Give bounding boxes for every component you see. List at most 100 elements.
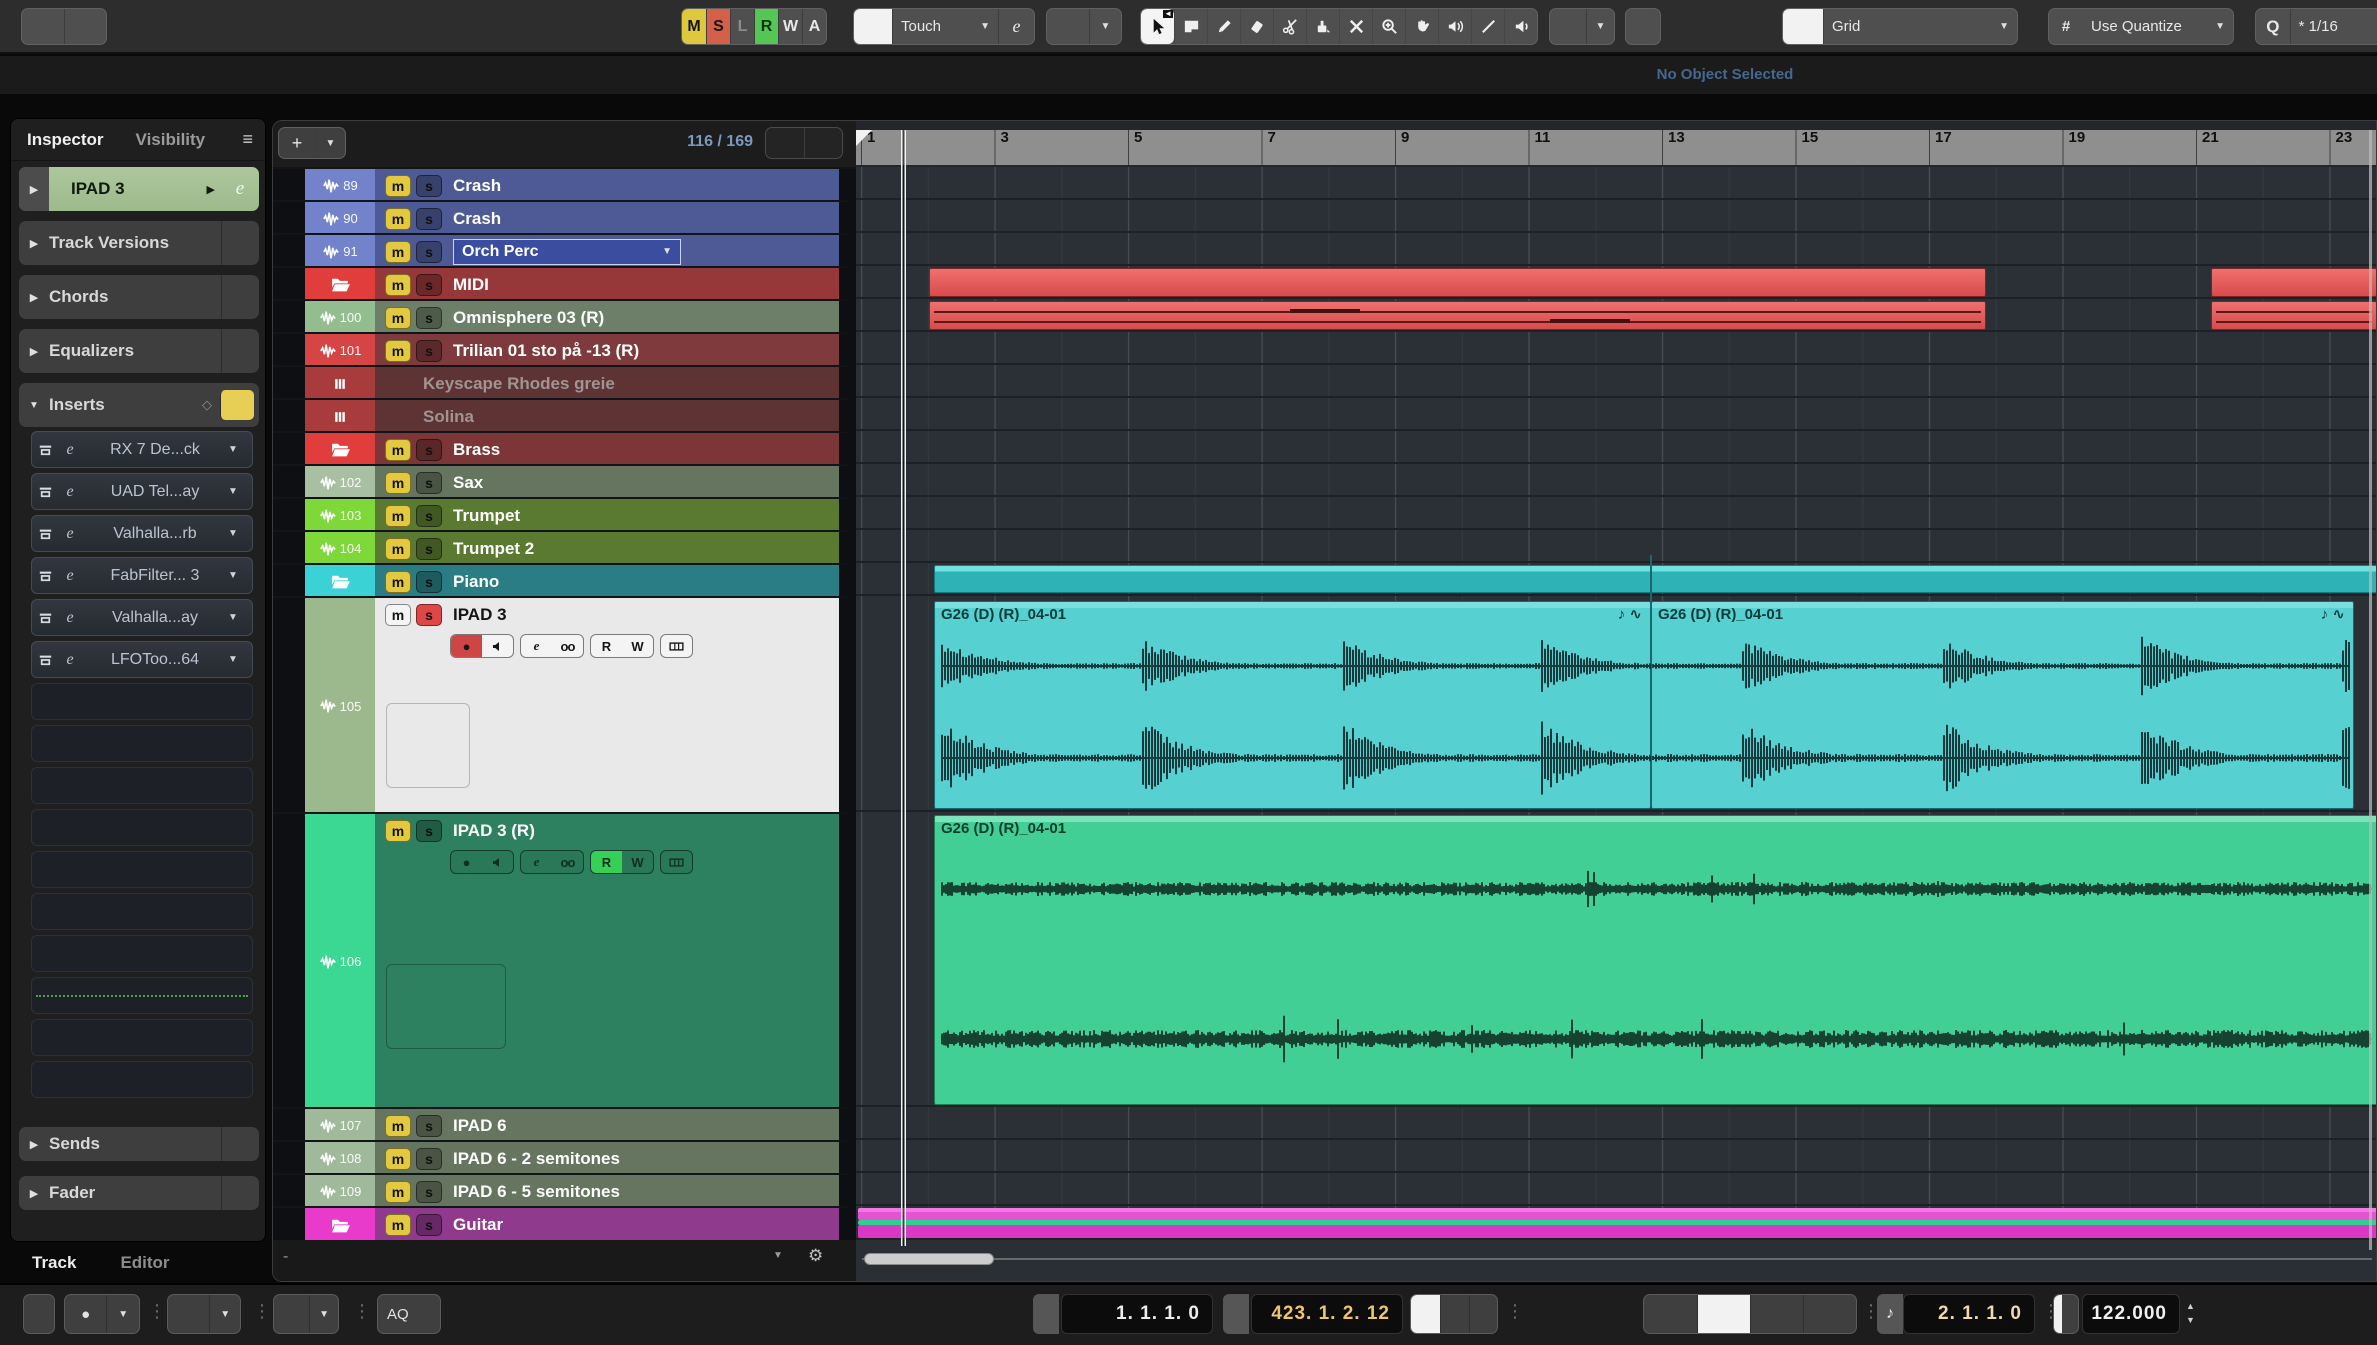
- solo-button[interactable]: s: [416, 274, 442, 296]
- folder-part-guitar[interactable]: [858, 1208, 2377, 1220]
- solo-button[interactable]: s: [416, 1115, 442, 1137]
- autoscroll-button[interactable]: [1047, 9, 1089, 44]
- record-enable-button[interactable]: ●: [451, 635, 482, 657]
- audio-record-menu[interactable]: ▼: [209, 1295, 240, 1333]
- inspector-menu-icon[interactable]: ≡: [242, 129, 253, 150]
- automation-suspend-button[interactable]: A: [802, 9, 826, 44]
- autoscroll-options-button[interactable]: ▼: [1089, 9, 1121, 44]
- track-icon-cell[interactable]: [305, 1208, 375, 1242]
- solo-button[interactable]: s: [416, 505, 442, 527]
- channel-link-icon[interactable]: oo: [552, 635, 583, 657]
- track-row[interactable]: m sGuitar: [273, 1208, 856, 1242]
- glue-tool[interactable]: [1306, 9, 1339, 44]
- track-filter-button[interactable]: [766, 128, 804, 158]
- write-automation-button[interactable]: W: [622, 851, 653, 873]
- solo-button[interactable]: s: [416, 1148, 442, 1170]
- undo-button[interactable]: [22, 9, 64, 44]
- drag-handle[interactable]: ⋮: [148, 1301, 164, 1322]
- divider-handle[interactable]: -: [283, 1248, 288, 1266]
- quantize-open-button[interactable]: Q: [2256, 9, 2290, 44]
- solo-button[interactable]: s: [416, 1181, 442, 1203]
- tab-inspector[interactable]: Inspector: [11, 130, 120, 150]
- track-row[interactable]: 106 m sIPAD 3 (R) ● e oo R W: [273, 814, 856, 1109]
- mute-button[interactable]: m: [385, 307, 411, 329]
- mute-button[interactable]: m: [385, 340, 411, 362]
- channel-link-icon[interactable]: oo: [552, 851, 583, 873]
- record-mode-button[interactable]: ●: [65, 1295, 106, 1333]
- add-track-button[interactable]: +: [279, 128, 315, 158]
- automation-panel-button[interactable]: e: [998, 9, 1034, 44]
- automation-icon-button[interactable]: [854, 9, 892, 44]
- solo-button[interactable]: s: [416, 1214, 442, 1236]
- quantize-preset-select[interactable]: Use Quantize▼: [2083, 9, 2233, 44]
- tempo-display[interactable]: 122.000: [2082, 1294, 2180, 1334]
- curve-tool-button[interactable]: [1626, 9, 1660, 44]
- write-automation-button[interactable]: W: [622, 635, 653, 657]
- track-icon-cell[interactable]: 101: [305, 334, 375, 367]
- left-locator-button[interactable]: [1033, 1294, 1059, 1334]
- redo-button[interactable]: [64, 9, 106, 44]
- track-icon-cell[interactable]: [305, 367, 375, 400]
- insert-slot-empty[interactable]: [31, 851, 253, 888]
- track-icon-cell[interactable]: [305, 268, 375, 301]
- track-icon-cell[interactable]: 103: [305, 499, 375, 532]
- mute-button[interactable]: m: [385, 472, 411, 494]
- track-row[interactable]: Solina: [273, 400, 856, 433]
- object-selection-tool[interactable]: ◄: [1141, 9, 1174, 44]
- track-icon-cell[interactable]: [305, 400, 375, 433]
- snap-type-select[interactable]: Grid▼: [1823, 9, 2017, 44]
- audio-event[interactable]: G26 (D) (R)_04-01 ♪ ∿: [934, 601, 1651, 809]
- insert-slot[interactable]: e FabFilter... 3 ▼: [31, 557, 253, 594]
- scrub-tool[interactable]: [1504, 9, 1537, 44]
- drag-handle[interactable]: ⋮: [353, 1301, 369, 1322]
- solo-button[interactable]: s: [416, 307, 442, 329]
- collapse-arrow-icon[interactable]: ▶: [19, 167, 49, 211]
- section-sends[interactable]: ▶ Sends: [19, 1127, 259, 1161]
- folder-part-piano[interactable]: [934, 565, 2377, 593]
- add-track-menu-button[interactable]: ▼: [315, 128, 345, 158]
- track-icon-cell[interactable]: [305, 433, 375, 466]
- insert-slot[interactable]: e LFOToo...64 ▼: [31, 641, 253, 678]
- track-row[interactable]: 107 m sIPAD 6: [273, 1109, 856, 1142]
- track-search-button[interactable]: [804, 128, 842, 158]
- insert-slot-empty[interactable]: [31, 893, 253, 930]
- solo-button[interactable]: s: [416, 340, 442, 362]
- track-row[interactable]: m sMIDI: [273, 268, 856, 301]
- mute-button[interactable]: m: [385, 1115, 411, 1137]
- track-icon-cell[interactable]: 109: [305, 1175, 375, 1208]
- track-row[interactable]: 89 m sCrash: [273, 169, 856, 202]
- track-icon-cell[interactable]: [305, 565, 375, 598]
- draw-tool[interactable]: [1207, 9, 1240, 44]
- insert-slot[interactable]: e UAD Tel...ay ▼: [31, 473, 253, 510]
- tab-visibility[interactable]: Visibility: [120, 130, 222, 150]
- track-row[interactable]: 103 m sTrumpet: [273, 499, 856, 532]
- track-row[interactable]: 105 m sIPAD 3 ● e oo R W: [273, 598, 856, 814]
- track-row[interactable]: 90 m sCrash: [273, 202, 856, 235]
- section-equalizers[interactable]: ▶ Equalizers: [19, 329, 259, 373]
- automation-mute-button[interactable]: M: [682, 9, 706, 44]
- automation-listen-button[interactable]: L: [730, 9, 754, 44]
- track-icon-cell[interactable]: 89: [305, 169, 375, 202]
- solo-button[interactable]: s: [416, 571, 442, 593]
- chevron-down-icon[interactable]: ▼: [773, 1250, 783, 1261]
- erase-tool[interactable]: [1240, 9, 1273, 44]
- insert-slot-empty[interactable]: [31, 935, 253, 972]
- section-track-versions[interactable]: ▶ Track Versions: [19, 221, 259, 265]
- track-row[interactable]: 108 m sIPAD 6 - 2 semitones: [273, 1142, 856, 1175]
- mute-button[interactable]: m: [385, 571, 411, 593]
- audio-record-mode-button[interactable]: [168, 1295, 209, 1333]
- horizontal-scrollbar-thumb[interactable]: [864, 1253, 994, 1265]
- insert-slot-empty[interactable]: [31, 683, 253, 720]
- mute-button[interactable]: m: [385, 175, 411, 197]
- snap-button[interactable]: [1783, 9, 1823, 44]
- section-inserts[interactable]: ▼ Inserts ◇: [19, 383, 259, 427]
- stop-button[interactable]: [1697, 1295, 1751, 1333]
- monitor-button[interactable]: [482, 851, 513, 873]
- timeline-ruler[interactable]: 1357911131517192123: [856, 121, 2377, 167]
- inspector-track-header[interactable]: ▶ IPAD 3 ▶ e: [19, 167, 259, 211]
- zoom-tool[interactable]: [1372, 9, 1405, 44]
- insert-bypass-icon[interactable]: [32, 524, 58, 543]
- insert-bypass-icon[interactable]: [32, 608, 58, 627]
- insert-bypass-icon[interactable]: [32, 482, 58, 501]
- automation-solo-button[interactable]: S: [706, 9, 730, 44]
